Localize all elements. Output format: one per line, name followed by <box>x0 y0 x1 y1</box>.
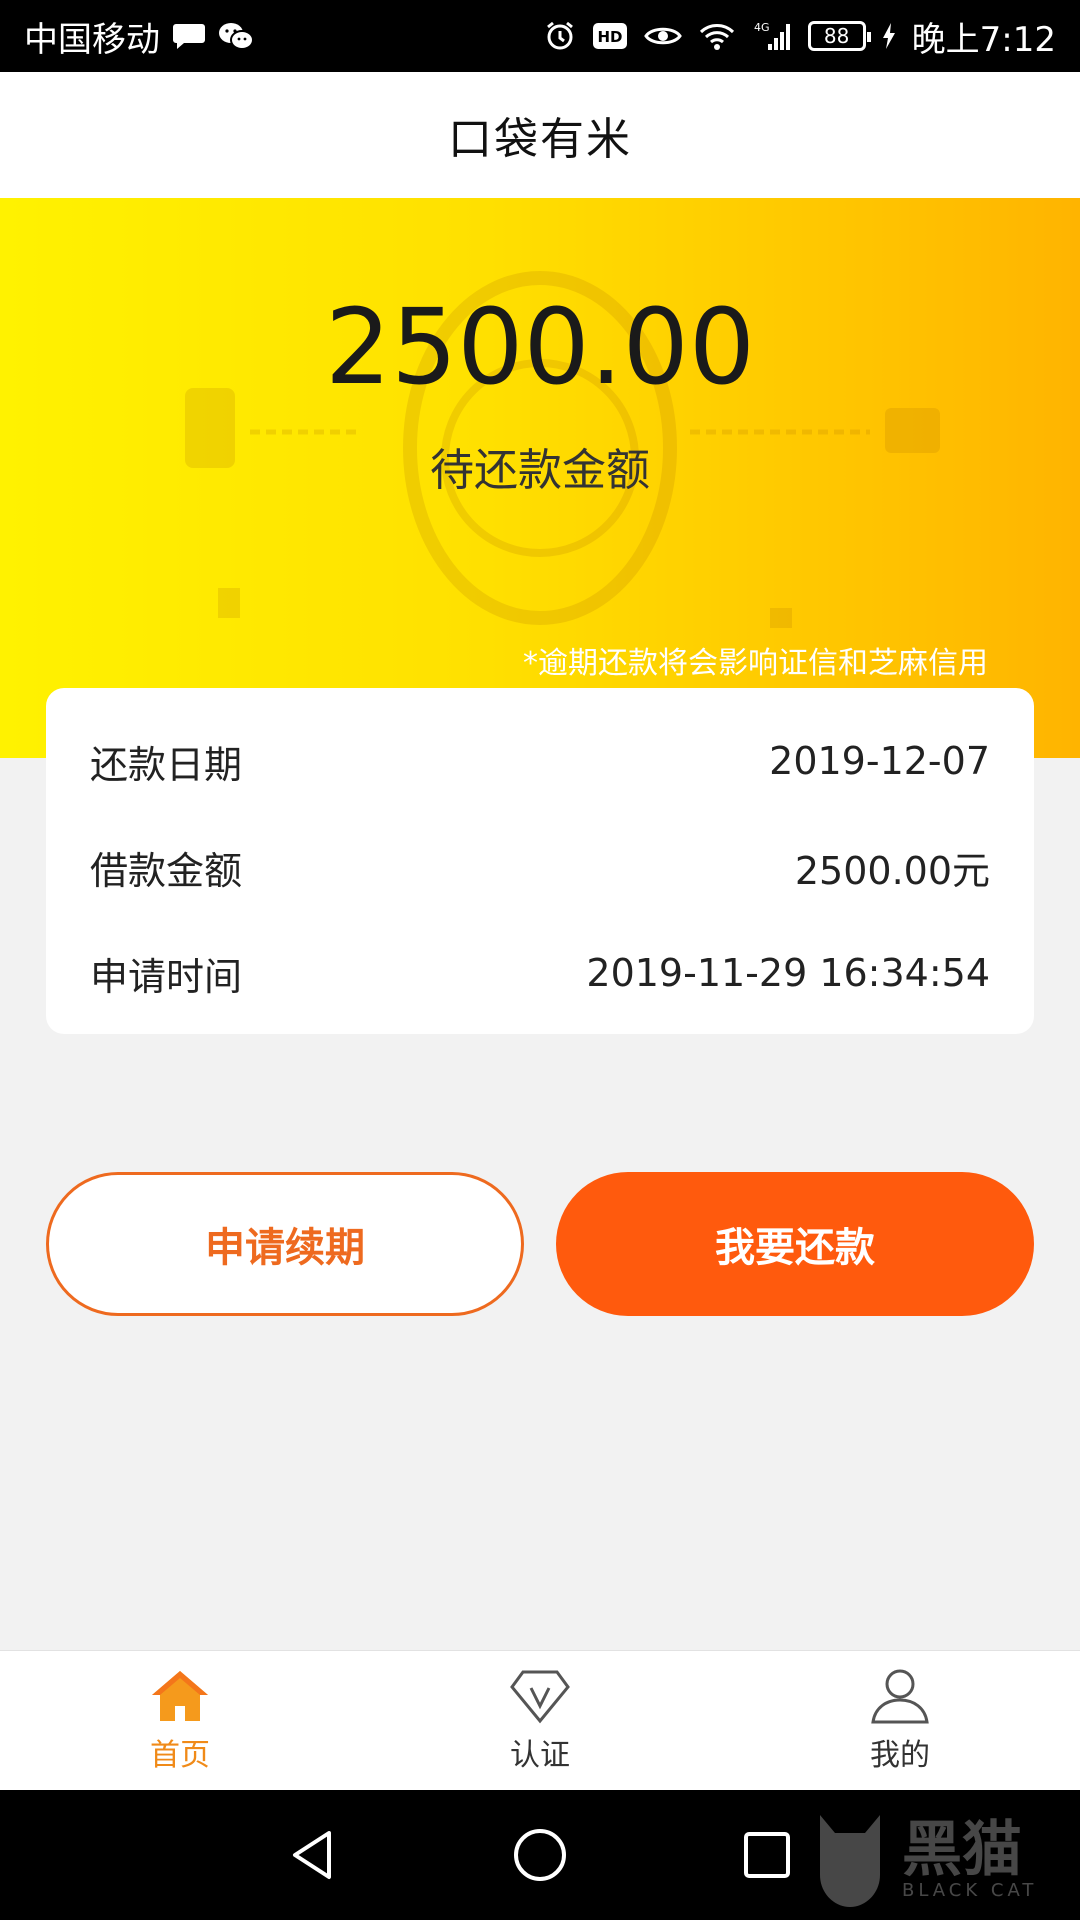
cat-logo-icon <box>810 1810 890 1910</box>
watermark-cn: 黑猫 <box>902 1814 1022 1885</box>
alarm-icon <box>544 20 576 52</box>
status-right: HD 4G 88 晚上7:12 <box>544 12 1056 61</box>
repay-button[interactable]: 我要还款 <box>556 1172 1034 1316</box>
app-header: 口袋有米 <box>0 72 1080 198</box>
home-circle-icon[interactable] <box>510 1825 570 1885</box>
user-icon <box>869 1668 931 1724</box>
status-left: 中国移动 <box>24 12 254 61</box>
back-icon[interactable] <box>283 1825 343 1885</box>
watermark-en: BLACK CAT <box>902 1879 1038 1901</box>
status-bar: 中国移动 HD 4G 88 晚上7:12 <box>0 0 1080 72</box>
loan-amount-label: 借款金额 <box>90 848 243 893</box>
watermark-text: 黑猫 BLACK CAT <box>902 1820 1037 1901</box>
clock-label: 晚上7:12 <box>911 19 1056 60</box>
repay-date-value: 2019-12-07 <box>769 739 990 783</box>
overdue-notice: *逾期还款将会影响证信和芝麻信用 <box>523 646 988 681</box>
repay-date-row: 还款日期 2019-12-07 <box>90 708 990 814</box>
wifi-icon <box>698 21 736 51</box>
page-title: 口袋有米 <box>448 114 632 165</box>
loan-details-card: 还款日期 2019-12-07 借款金额 2500.00元 申请时间 2019-… <box>46 688 1034 1034</box>
carrier-label: 中国移动 <box>24 19 160 60</box>
nav-item-mine[interactable]: 我的 <box>720 1651 1080 1790</box>
message-bubble-icon <box>172 21 206 51</box>
outstanding-amount: 2500.00 <box>324 286 756 408</box>
apply-renewal-button[interactable]: 申请续期 <box>46 1172 524 1316</box>
nav-label-mine: 我的 <box>870 1737 930 1773</box>
wechat-icon <box>218 21 254 51</box>
loan-amount-value: 2500.00元 <box>794 848 990 893</box>
recents-icon[interactable] <box>737 1825 797 1885</box>
screen: 中国移动 HD 4G 88 晚上7:12 口袋有米 2500.00 待还款金额 … <box>0 0 1080 1920</box>
outstanding-amount-label: 待还款金额 <box>430 445 650 496</box>
signal-icon: 4G <box>752 20 792 52</box>
watermark: 黑猫 BLACK CAT <box>810 1800 1080 1920</box>
charging-icon <box>882 22 896 50</box>
eye-icon <box>643 22 682 50</box>
bottom-nav: 首页 认证 我的 <box>0 1650 1080 1790</box>
nav-item-home[interactable]: 首页 <box>0 1651 360 1790</box>
battery-icon: 88 <box>807 21 871 51</box>
hero-banner: 2500.00 待还款金额 *逾期还款将会影响证信和芝麻信用 <box>0 198 1080 758</box>
hd-icon: HD <box>592 21 628 51</box>
svg-text:HD: HD <box>597 28 622 46</box>
apply-time-value: 2019-11-29 16:34:54 <box>586 951 990 995</box>
loan-amount-row: 借款金额 2500.00元 <box>90 814 990 920</box>
home-icon <box>149 1668 211 1724</box>
apply-time-row: 申请时间 2019-11-29 16:34:54 <box>90 920 990 1026</box>
battery-level: 88 <box>823 24 850 48</box>
verify-diamond-icon <box>509 1668 571 1724</box>
apply-time-label: 申请时间 <box>90 954 243 999</box>
nav-label-home: 首页 <box>150 1737 210 1773</box>
network-type-label: 4G <box>754 21 770 34</box>
nav-item-verify[interactable]: 认证 <box>360 1651 720 1790</box>
nav-label-verify: 认证 <box>510 1737 570 1773</box>
repay-date-label: 还款日期 <box>90 742 243 787</box>
